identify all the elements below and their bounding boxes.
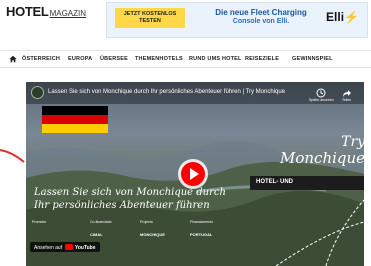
youtube-word: YouTube — [74, 245, 96, 251]
home-icon[interactable] — [9, 55, 17, 63]
channel-avatar[interactable] — [31, 86, 44, 99]
partner-mark: PORTUGAL — [190, 232, 213, 237]
youtube-icon — [65, 244, 74, 250]
ad-cta-line2: TESTEN — [139, 18, 161, 24]
banner-ad[interactable]: JETZT KOSTENLOS TESTEN Die neue Fleet Ch… — [106, 2, 368, 38]
nav-item-europa[interactable]: EUROPA — [68, 56, 92, 62]
ad-headline: Die neue Fleet Charging Console von Elli… — [201, 8, 321, 26]
side-card-heading[interactable]: HOTEL- UND — [250, 176, 364, 190]
video-player[interactable]: Lassen Sie sich von Monchique durch Ihr … — [26, 82, 364, 266]
clock-icon[interactable] — [316, 88, 326, 98]
partner-label: Promotor — [32, 220, 47, 224]
partner-label: Financiamento — [190, 220, 213, 224]
nav-item-gewinnspiel[interactable]: GEWINNSPIEL — [292, 56, 333, 62]
watch-later-label: Später ansehen — [309, 98, 334, 102]
youtube-prefix: Ansehen auf — [34, 245, 63, 251]
logo-sub: MAGAZIN — [49, 9, 87, 18]
partner-label: Co-financiado — [90, 220, 112, 224]
caption-line2: Ihr persönliches Abenteuer führen — [34, 200, 210, 211]
caption-line1: Lassen Sie sich von Monchique durch — [34, 187, 226, 198]
nav-item-rund-ums-hotel[interactable]: RUND UMS HOTEL — [189, 56, 242, 62]
red-pointer-line — [0, 149, 25, 163]
video-title[interactable]: Lassen Sie sich von Monchique durch Ihr … — [48, 89, 285, 95]
partner-promotor: Promotor — [32, 220, 46, 224]
share-label: Teilen — [342, 98, 352, 102]
partner-projecto: Projecto MONCHIQUE — [140, 220, 165, 237]
nav-item-oesterreich[interactable]: ÖSTERREICH — [22, 56, 60, 62]
share-icon[interactable] — [342, 88, 352, 98]
partner-cofinanciado: Co-financiado CIMAL — [90, 220, 112, 237]
ad-cta-line1: JETZT KOSTENLOS — [123, 11, 177, 17]
partner-label: Projecto — [140, 220, 153, 224]
watch-on-youtube-button[interactable]: Ansehen auf YouTube — [30, 242, 100, 252]
ad-headline-line1: Die neue Fleet Charging — [215, 8, 307, 17]
nav-item-themenhotels[interactable]: THEMENHOTELS — [135, 56, 183, 62]
brand-line1: Try — [341, 134, 364, 150]
nav-item-reiseziele[interactable]: REISEZIELE — [245, 56, 279, 62]
nav-item-uebersee[interactable]: ÜBERSEE — [100, 56, 128, 62]
site-logo[interactable]: HOTELMAGAZIN — [6, 3, 86, 21]
partner-financiamento: Financiamento PORTUGAL — [190, 220, 213, 237]
partner-mark: MONCHIQUE — [140, 232, 165, 237]
partner-mark: CIMAL — [90, 232, 103, 237]
main-nav: ÖSTERREICH EUROPA ÜBERSEE THEMENHOTELS R… — [0, 50, 371, 68]
lightning-icon: ⚡ — [344, 10, 359, 24]
ad-brand-name: Elli — [326, 10, 345, 24]
ad-headline-line2: Console von Elli. — [232, 18, 290, 25]
logo-main: HOTEL — [6, 4, 49, 19]
video-header: Lassen Sie sich von Monchique durch Ihr … — [26, 82, 364, 104]
ad-brand-logo: Elli⚡ — [326, 10, 359, 24]
site-header: HOTELMAGAZIN JETZT KOSTENLOS TESTEN Die … — [0, 0, 371, 42]
germany-flag-icon — [42, 106, 108, 133]
video-caption: Lassen Sie sich von Monchique durch Ihr … — [34, 186, 226, 212]
ad-cta-button[interactable]: JETZT KOSTENLOS TESTEN — [115, 8, 185, 28]
brand-line2: Monchique — [280, 149, 364, 167]
try-monchique-brand: Try Monchique — [280, 134, 364, 166]
